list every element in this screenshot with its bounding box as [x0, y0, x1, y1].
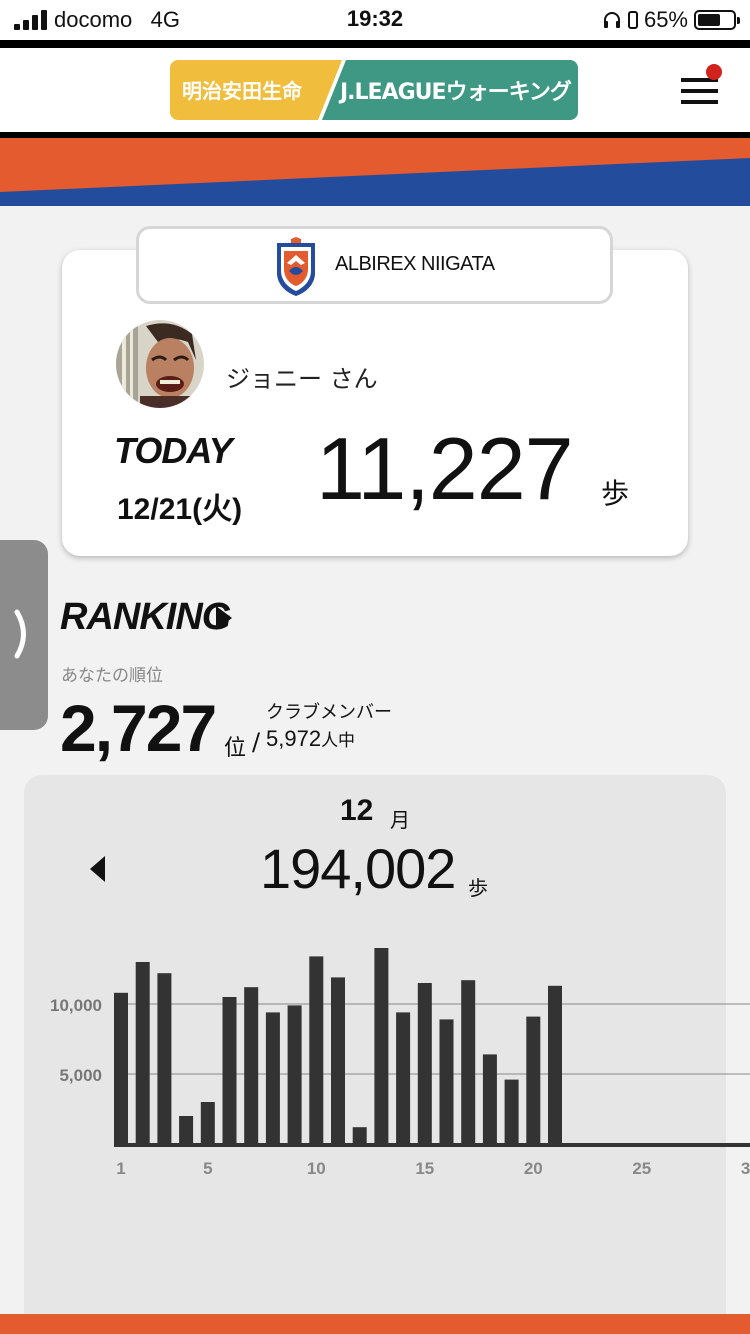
- member-unit: 人中: [321, 731, 356, 751]
- x-tick-label: 30: [741, 1159, 750, 1178]
- ranking-title[interactable]: RANKING: [60, 596, 231, 639]
- battery-icon: [694, 10, 740, 30]
- bar-day-5: [200, 1102, 215, 1144]
- team-color-banner: [0, 138, 750, 206]
- logo-sponsor-text: 明治安田生命: [182, 79, 302, 103]
- team-emblem-icon: [277, 237, 315, 296]
- bottom-accent-bar: [0, 1314, 750, 1334]
- bar-day-13: [374, 948, 389, 1144]
- bar-day-15: [417, 983, 432, 1144]
- app-logo[interactable]: 明治安田生命 J.LEAGUEウォーキング: [170, 60, 578, 120]
- bar-day-16: [439, 1019, 454, 1144]
- bar-day-19: [504, 1079, 519, 1144]
- today-date: 12/21(火): [117, 493, 243, 526]
- month-unit: 月: [390, 808, 410, 832]
- bar-day-8: [265, 1012, 280, 1144]
- app-header: 明治安田生命 J.LEAGUEウォーキング: [0, 48, 750, 132]
- bar-day-11: [331, 977, 345, 1144]
- rank-separator: /: [252, 728, 261, 756]
- bar-day-10: [309, 956, 324, 1144]
- logo-app-text: J.LEAGUEウォーキング: [340, 80, 572, 105]
- bar-day-4: [179, 1116, 194, 1144]
- notification-dot: [706, 64, 722, 80]
- status-bar: docomo 4G 19:32 65%: [0, 0, 750, 40]
- bar-day-17: [461, 980, 476, 1144]
- rank-unit: 位: [224, 736, 247, 761]
- month-number: 12: [340, 794, 374, 827]
- y-tick-label: 5,000: [59, 1066, 102, 1085]
- team-name: ALBIREX NIIGATA: [335, 253, 495, 275]
- bar-day-18: [482, 1054, 497, 1144]
- bar-day-12: [352, 1127, 367, 1144]
- chevron-right-icon: [14, 609, 26, 659]
- x-tick-label: 15: [415, 1159, 434, 1178]
- battery-percent: 65%: [643, 7, 688, 32]
- rank-value: 2,727: [60, 691, 217, 765]
- team-tab[interactable]: ALBIREX NIIGATA: [136, 226, 613, 304]
- ranking-arrow-icon[interactable]: [216, 606, 232, 630]
- orientation-lock-icon: [627, 11, 638, 29]
- user-name: ジョニー さん: [226, 365, 378, 393]
- bar-day-7: [244, 987, 259, 1144]
- bar-day-1: [114, 992, 128, 1144]
- month-total-unit: 歩: [468, 876, 488, 900]
- bar-day-9: [287, 1005, 302, 1144]
- headphones-icon: [603, 12, 620, 28]
- member-count-row: 5,972人中: [266, 726, 355, 752]
- today-step-unit: 歩: [601, 477, 630, 510]
- bar-day-3: [157, 973, 172, 1144]
- member-label: クラブメンバー: [266, 702, 392, 723]
- rank-caption: あなたの順位: [61, 666, 163, 686]
- member-count: 5,972: [266, 726, 322, 751]
- bar-day-2: [135, 962, 150, 1144]
- user-avatar[interactable]: [116, 320, 204, 408]
- bar-day-6: [222, 997, 237, 1144]
- bar-day-21: [548, 985, 562, 1144]
- bar-day-20: [526, 1016, 541, 1144]
- x-tick-label: 5: [203, 1159, 212, 1178]
- x-tick-label: 25: [632, 1159, 651, 1178]
- today-label: TODAY: [114, 430, 233, 471]
- x-tick-label: 1: [116, 1159, 125, 1178]
- bar-day-14: [396, 1012, 411, 1144]
- side-drawer-tab[interactable]: [0, 540, 48, 730]
- y-tick-label: 10,000: [50, 996, 102, 1015]
- x-tick-label: 20: [524, 1159, 543, 1178]
- month-total-steps: 194,002: [260, 837, 456, 900]
- today-step-count: 11,227: [316, 419, 574, 518]
- x-tick-label: 10: [307, 1159, 326, 1178]
- header-top-border: [0, 40, 750, 48]
- daily-steps-chart: 5,00010,000151015202530: [50, 948, 750, 1178]
- previous-month-button[interactable]: [90, 856, 105, 882]
